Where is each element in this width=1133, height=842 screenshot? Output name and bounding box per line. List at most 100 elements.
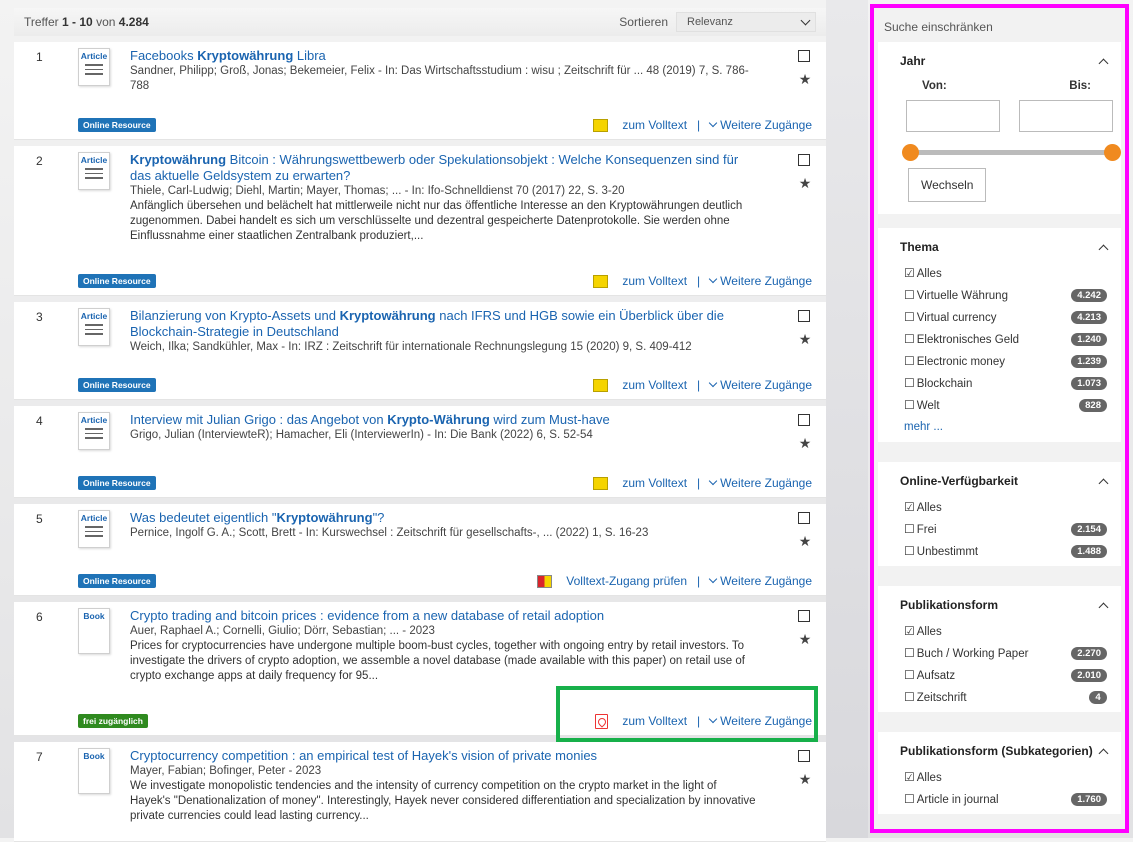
- star-icon[interactable]: ★: [798, 534, 812, 548]
- chevron-down-icon: [800, 15, 811, 25]
- sort-select[interactable]: Relevanz: [676, 12, 816, 32]
- facet-option[interactable]: ☐ Buch / Working Paper 2.270: [904, 642, 1107, 664]
- result-meta: Auer, Raphael A.; Cornelli, Giulio; Dörr…: [130, 625, 435, 637]
- facet-option[interactable]: ☐ Electronic money 1.239: [904, 350, 1107, 372]
- traffic-light-icon: [593, 118, 609, 132]
- more-access-link[interactable]: Weitere Zugänge: [720, 476, 812, 490]
- star-icon[interactable]: ★: [798, 632, 812, 646]
- select-checkbox[interactable]: [798, 512, 810, 524]
- facet-option[interactable]: ☐ Article in journal 1.760: [904, 788, 1107, 810]
- result-abstract: Anfänglich übersehen und belächelt hat m…: [130, 200, 743, 242]
- result-title-link[interactable]: Crypto trading and bitcoin prices : evid…: [130, 608, 604, 623]
- facet-option[interactable]: ☐ Blockchain 1.073: [904, 372, 1107, 394]
- traffic-light-icon: [593, 476, 609, 490]
- facet-option-all[interactable]: ☑ Alles: [904, 496, 1107, 518]
- facet-option-label: Blockchain: [916, 378, 973, 390]
- result-title-link[interactable]: Interview mit Julian Grigo : das Angebot…: [130, 412, 610, 427]
- star-icon[interactable]: ★: [798, 436, 812, 450]
- facet-header[interactable]: Publikationsform (Subkategorien): [878, 732, 1121, 760]
- star-icon[interactable]: ★: [798, 72, 812, 86]
- article-icon: Article: [78, 48, 110, 86]
- star-icon[interactable]: ★: [798, 176, 812, 190]
- traffic-light-icon: [593, 274, 609, 288]
- article-icon: Article: [78, 510, 110, 548]
- online-resource-badge: Online Resource: [78, 118, 156, 132]
- access-links: zum Volltext | Weitere Zugänge: [593, 274, 812, 288]
- facet-option[interactable]: ☐ Virtuelle Währung 4.242: [904, 284, 1107, 306]
- checkbox-checked-icon: ☑: [904, 266, 915, 280]
- chevron-up-icon[interactable]: [1098, 478, 1109, 488]
- select-checkbox[interactable]: [798, 414, 810, 426]
- fulltext-link[interactable]: zum Volltext: [622, 714, 687, 728]
- facet-option[interactable]: ☐ Aufsatz 2.010: [904, 664, 1107, 686]
- more-access-link[interactable]: Weitere Zugänge: [720, 378, 812, 392]
- select-checkbox[interactable]: [798, 310, 810, 322]
- facet-option[interactable]: ☐ Frei 2.154: [904, 518, 1107, 540]
- slider-track: [910, 150, 1113, 155]
- title-text: Crypto trading and bitcoin prices : evid…: [130, 608, 605, 623]
- fulltext-link[interactable]: zum Volltext: [622, 274, 687, 288]
- star-icon[interactable]: ★: [798, 332, 812, 346]
- doc-type-label: Article: [80, 51, 108, 61]
- chevron-up-icon[interactable]: [1098, 602, 1109, 612]
- facet-header[interactable]: Online-Verfügbarkeit: [878, 462, 1121, 490]
- chevron-up-icon[interactable]: [1098, 748, 1109, 758]
- facet-option[interactable]: ☐ Unbestimmt 1.488: [904, 540, 1107, 562]
- result-title-link[interactable]: Facebooks Kryptowährung Libra: [130, 48, 326, 63]
- facet-option-label: Unbestimmt: [916, 546, 979, 558]
- fulltext-link[interactable]: zum Volltext: [622, 378, 687, 392]
- facet-option-all[interactable]: ☑ Alles: [904, 262, 1107, 284]
- result-title-link[interactable]: Bilanzierung von Krypto-Assets und Krypt…: [130, 308, 724, 339]
- facet-option-label: Buch / Working Paper: [916, 648, 1029, 660]
- result-title-link[interactable]: Cryptocurrency competition : an empirica…: [130, 748, 597, 763]
- year-from-input[interactable]: [906, 100, 1000, 132]
- chevron-up-icon[interactable]: [1098, 58, 1109, 68]
- fulltext-link[interactable]: zum Volltext: [622, 476, 687, 490]
- facet-option-label: Elektronisches Geld: [916, 334, 1020, 346]
- star-icon[interactable]: ★: [798, 772, 812, 786]
- results-list: Treffer 1 - 10 von 4.284 Sortieren Relev…: [14, 8, 826, 842]
- slider-handle-max[interactable]: [1104, 144, 1121, 161]
- facet-count-badge: 2.270: [1071, 646, 1107, 660]
- checkbox-icon: ☐: [904, 332, 915, 346]
- facet-count-badge: 828: [1079, 398, 1107, 412]
- more-access-link[interactable]: Weitere Zugänge: [720, 274, 812, 288]
- result-title-link[interactable]: Kryptowährung Bitcoin : Währungswettbewe…: [130, 152, 738, 183]
- year-slider[interactable]: [902, 144, 1121, 161]
- select-checkbox[interactable]: [798, 50, 810, 62]
- select-checkbox[interactable]: [798, 750, 810, 762]
- result-number: 1: [36, 50, 43, 64]
- article-icon: Article: [78, 412, 110, 450]
- slider-handle-min[interactable]: [902, 144, 919, 161]
- chevron-down-icon: [708, 378, 718, 388]
- title-highlight: Krypto-Währung: [387, 412, 490, 427]
- chevron-down-icon: [708, 574, 718, 584]
- select-checkbox[interactable]: [798, 610, 810, 622]
- result-title-link[interactable]: Was bedeutet eigentlich "Kryptowährung"?: [130, 510, 384, 525]
- apply-year-button[interactable]: Wechseln: [908, 168, 987, 202]
- facet-option[interactable]: ☐ Zeitschrift 4: [904, 686, 1107, 708]
- facet-option-all[interactable]: ☑ Alles: [904, 766, 1107, 788]
- facet-option[interactable]: ☐ Elektronisches Geld 1.240: [904, 328, 1107, 350]
- access-links: zum Volltext | Weitere Zugänge: [593, 118, 812, 132]
- select-checkbox[interactable]: [798, 154, 810, 166]
- facet-title: Online-Verfügbarkeit: [900, 474, 1019, 488]
- facet-header[interactable]: Thema: [878, 228, 1121, 256]
- more-topics-link[interactable]: mehr ...: [904, 421, 943, 433]
- chevron-down-icon: [708, 118, 718, 128]
- facet-header[interactable]: Jahr: [878, 42, 1121, 70]
- chevron-up-icon[interactable]: [1098, 244, 1109, 254]
- year-to-input[interactable]: [1019, 100, 1113, 132]
- more-access-link[interactable]: Weitere Zugänge: [720, 714, 812, 728]
- title-highlight: Kryptowährung: [276, 510, 373, 525]
- facet-option-label: Electronic money: [916, 356, 1005, 368]
- more-access-link[interactable]: Weitere Zugänge: [720, 574, 812, 588]
- facet-header[interactable]: Publikationsform: [878, 586, 1121, 614]
- check-fulltext-link[interactable]: Volltext-Zugang prüfen: [566, 574, 687, 588]
- facet-option[interactable]: ☐ Welt 828: [904, 394, 1107, 416]
- more-access-link[interactable]: Weitere Zugänge: [720, 118, 812, 132]
- facet-option-all[interactable]: ☑ Alles: [904, 620, 1107, 642]
- facet-option[interactable]: ☐ Virtual currency 4.213: [904, 306, 1107, 328]
- fulltext-link[interactable]: zum Volltext: [622, 118, 687, 132]
- checkbox-icon: ☐: [904, 668, 915, 682]
